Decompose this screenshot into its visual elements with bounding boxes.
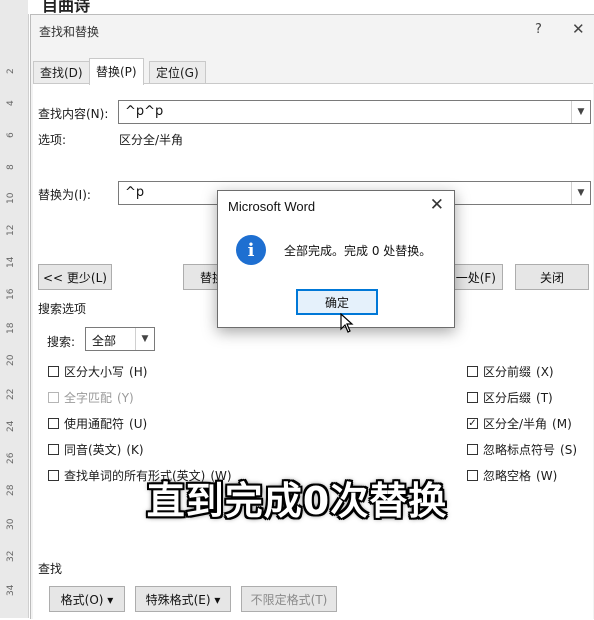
checkbox-whole-word[interactable]: 全字匹配 (Y) [48, 389, 134, 406]
checkbox-label: 区分后缀 [483, 391, 532, 405]
checkbox-box[interactable] [48, 366, 59, 377]
checkbox-key: (S) [560, 442, 577, 457]
chevron-down-icon[interactable]: ▼ [135, 328, 154, 350]
ruler-number: 34 [6, 584, 16, 596]
search-direction-select[interactable]: 全部 ▼ [85, 327, 155, 351]
message-box-close-button[interactable]: ✕ [430, 195, 444, 215]
checkbox-match-suffix[interactable]: 区分后缀 (T) [467, 389, 553, 406]
ruler-number: 8 [6, 164, 16, 170]
checkbox-key: (T) [536, 390, 553, 405]
find-what-label: 查找内容(N): [38, 107, 109, 121]
ruler-number: 26 [6, 452, 16, 464]
checkbox-match-width[interactable]: ✓ 区分全/半角 (M) [467, 415, 572, 432]
checkbox-box[interactable]: ✓ [467, 418, 478, 429]
checkbox-label: 忽略标点符号 [483, 443, 556, 457]
no-formatting-button[interactable]: 不限定格式(T) [241, 586, 337, 612]
ruler-number: 24 [6, 420, 16, 432]
checkmark-icon: ✓ [468, 417, 477, 429]
less-button[interactable]: << 更少(L) [38, 264, 112, 290]
options-label: 选项: [38, 133, 67, 147]
replace-with-label: 替换为(I): [38, 188, 91, 202]
dialog-title: 查找和替换 [39, 25, 100, 39]
checkbox-box[interactable] [467, 392, 478, 403]
find-what-value: ^p^p [125, 104, 164, 119]
checkbox-ignore-punctuation[interactable]: 忽略标点符号 (S) [467, 441, 577, 458]
checkbox-label: 区分大小写 [64, 365, 125, 379]
message-box-title: Microsoft Word [228, 199, 316, 214]
ruler-number: 32 [6, 550, 16, 562]
ruler-number: 4 [6, 100, 16, 106]
tab-goto[interactable]: 定位(G) [149, 61, 206, 84]
search-direction-label: 搜索: [47, 335, 76, 349]
vertical-ruler: 2 4 6 8 10 12 14 16 18 20 22 24 26 28 30… [0, 0, 29, 618]
find-what-input[interactable]: ^p^p ▼ [118, 100, 591, 124]
ruler-number: 18 [6, 322, 16, 334]
message-box: Microsoft Word ✕ i 全部完成。完成 0 处替换。 确定 [217, 190, 455, 328]
format-button[interactable]: 格式(O) ▾ [49, 586, 125, 612]
document-heading: 目曲诗 [42, 0, 91, 14]
checkbox-box[interactable] [467, 366, 478, 377]
options-value: 区分全/半角 [119, 133, 184, 147]
checkbox-box[interactable] [467, 444, 478, 455]
chevron-down-icon[interactable]: ▼ [571, 101, 590, 123]
replace-tab-panel: 查找内容(N): ^p^p ▼ 选项: 区分全/半角 替换为(I): ^p ▼ … [33, 83, 593, 620]
checkbox-label: 区分全/半角 [483, 417, 548, 431]
video-caption: 直到完成0次替换 [146, 479, 448, 523]
checkbox-key: (U) [129, 416, 148, 431]
message-text: 全部完成。完成 0 处替换。 [284, 244, 432, 258]
checkbox-label: 区分前缀 [483, 365, 532, 379]
checkbox-match-case[interactable]: 区分大小写 (H) [48, 363, 147, 380]
checkbox-box[interactable] [48, 392, 59, 403]
mouse-cursor-icon [340, 313, 354, 333]
checkbox-label: 全字匹配 [64, 391, 113, 405]
special-button[interactable]: 特殊格式(E) ▾ [135, 586, 231, 612]
checkbox-key: (K) [126, 442, 144, 457]
info-icon: i [236, 235, 266, 265]
ruler-number: 22 [6, 388, 16, 400]
tab-replace[interactable]: 替换(P) [89, 58, 144, 85]
tab-find[interactable]: 查找(D) [33, 61, 90, 84]
ruler-number: 6 [6, 132, 16, 138]
checkbox-label: 同音(英文) [64, 443, 122, 457]
ruler-number: 10 [6, 192, 16, 204]
replace-with-value: ^p [125, 185, 145, 200]
help-button[interactable]: ? [535, 22, 542, 37]
ruler-number: 14 [6, 256, 16, 268]
checkbox-key: (X) [536, 364, 554, 379]
search-direction-value: 全部 [92, 334, 117, 348]
checkbox-box[interactable] [48, 444, 59, 455]
ruler-number: 12 [6, 224, 16, 236]
message-box-body: i 全部完成。完成 0 处替换。 确定 [218, 225, 454, 327]
ok-button[interactable]: 确定 [296, 289, 378, 315]
ruler-number: 2 [6, 68, 16, 74]
checkbox-wildcards[interactable]: 使用通配符 (U) [48, 415, 147, 432]
document-area: 目曲诗 [28, 0, 594, 14]
chevron-down-icon[interactable]: ▼ [571, 182, 590, 204]
search-options-title: 搜索选项 [38, 302, 87, 316]
checkbox-match-prefix[interactable]: 区分前缀 (X) [467, 363, 554, 380]
checkbox-key: (H) [129, 364, 148, 379]
ruler-number: 16 [6, 288, 16, 300]
checkbox-key: (M) [552, 416, 572, 431]
close-button[interactable]: 关闭 [515, 264, 589, 290]
ruler-number: 20 [6, 354, 16, 366]
find-section-title: 查找 [38, 562, 63, 576]
checkbox-key: (Y) [117, 390, 134, 405]
checkbox-label: 使用通配符 [64, 417, 125, 431]
checkbox-box[interactable] [48, 418, 59, 429]
checkbox-sounds-like[interactable]: 同音(英文) (K) [48, 441, 144, 458]
dialog-close-button[interactable]: ✕ [572, 20, 585, 38]
